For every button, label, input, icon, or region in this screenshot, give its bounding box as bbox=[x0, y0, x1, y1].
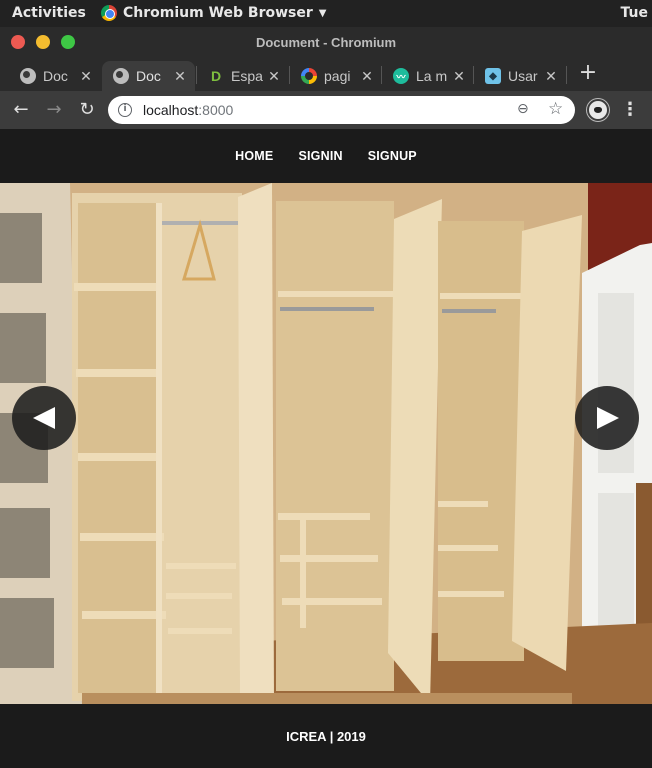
activities-button[interactable]: Activities bbox=[12, 5, 86, 21]
forward-arrow-icon[interactable]: → bbox=[42, 98, 66, 122]
d-letter-icon: D bbox=[210, 68, 222, 84]
app-menu-label: Chromium Web Browser bbox=[123, 5, 313, 21]
tab-divider bbox=[473, 66, 474, 84]
bookmark-star-icon[interactable]: ☆ bbox=[548, 99, 563, 119]
tab-close-icon[interactable]: ✕ bbox=[171, 68, 189, 85]
carousel-next-button[interactable] bbox=[575, 386, 639, 450]
window-title: Document - Chromium bbox=[255, 35, 397, 50]
tab-label: La m bbox=[416, 68, 448, 84]
tab-usar[interactable]: ◆ Usar ✕ bbox=[474, 61, 566, 91]
tab-strip: Doc ✕ Doc ✕ D Espa ✕ pagi ✕ 〰 La m ✕ ◆ U… bbox=[0, 57, 652, 91]
chevron-right-icon bbox=[597, 407, 619, 429]
google-icon bbox=[301, 68, 317, 84]
tab-pagi[interactable]: pagi ✕ bbox=[290, 61, 382, 91]
carousel-slide-wardrobe-image bbox=[0, 183, 652, 704]
reload-icon[interactable]: ↻ bbox=[75, 98, 99, 122]
tab-label: Usar bbox=[508, 68, 538, 84]
info-icon[interactable]: i bbox=[118, 103, 132, 117]
profile-avatar[interactable] bbox=[587, 99, 609, 121]
tab-divider bbox=[196, 66, 197, 84]
tab-divider bbox=[566, 66, 567, 84]
app-menu[interactable]: Chromium Web Browser ▼ bbox=[101, 5, 326, 21]
clock[interactable]: Tue bbox=[621, 5, 648, 21]
bird-icon: ◆ bbox=[485, 68, 501, 84]
browser-toolbar: ← → ↻ i localhost:8000 ⊖ ☆ ⋮ bbox=[0, 91, 652, 129]
globe-icon bbox=[113, 68, 129, 84]
tab-label: pagi bbox=[324, 68, 351, 84]
tab-la-m[interactable]: 〰 La m ✕ bbox=[382, 61, 474, 91]
tab-close-icon[interactable]: ✕ bbox=[77, 68, 95, 85]
url-host: localhost bbox=[143, 102, 199, 118]
site-footer: ICREA | 2019 bbox=[0, 704, 652, 768]
kebab-menu-icon[interactable]: ⋮ bbox=[621, 99, 639, 121]
caret-down-icon: ▼ bbox=[318, 7, 327, 19]
carousel-prev-button[interactable] bbox=[12, 386, 76, 450]
nav-link-signup[interactable]: SIGNUP bbox=[368, 149, 417, 163]
footer-text: ICREA | 2019 bbox=[286, 728, 366, 744]
nav-link-signin[interactable]: SIGNIN bbox=[298, 149, 342, 163]
url-text[interactable]: localhost:8000 bbox=[143, 102, 233, 118]
tab-espa[interactable]: D Espa ✕ bbox=[197, 61, 289, 91]
globe-icon bbox=[20, 68, 36, 84]
url-port: :8000 bbox=[198, 102, 234, 118]
tab-label: Doc bbox=[43, 68, 68, 84]
chromium-icon bbox=[101, 5, 117, 21]
tab-divider bbox=[289, 66, 290, 84]
tab-label: Doc bbox=[136, 68, 161, 84]
tab-close-icon[interactable]: ✕ bbox=[542, 68, 560, 85]
teal-chart-icon: 〰 bbox=[393, 68, 409, 84]
tab-label: Espa bbox=[231, 68, 263, 84]
image-carousel bbox=[0, 183, 652, 704]
back-arrow-icon[interactable]: ← bbox=[9, 98, 33, 122]
window-title-bar: Document - Chromium bbox=[0, 27, 652, 57]
web-page: HOME SIGNIN SIGNUP ICREA | 2019 bbox=[0, 129, 652, 768]
nav-link-home[interactable]: HOME bbox=[235, 149, 273, 163]
system-top-bar: Activities Chromium Web Browser ▼ Tue bbox=[0, 0, 652, 27]
zoom-icon[interactable]: ⊖ bbox=[517, 101, 529, 117]
tab-close-icon[interactable]: ✕ bbox=[265, 68, 283, 85]
tab-document-2[interactable]: Doc ✕ bbox=[102, 61, 195, 91]
tab-document-1[interactable]: Doc ✕ bbox=[9, 61, 101, 91]
site-nav: HOME SIGNIN SIGNUP bbox=[0, 129, 652, 183]
address-bar[interactable]: i localhost:8000 ⊖ ☆ bbox=[108, 96, 575, 124]
tab-close-icon[interactable]: ✕ bbox=[358, 68, 376, 85]
tab-divider bbox=[381, 66, 382, 84]
tab-close-icon[interactable]: ✕ bbox=[450, 68, 468, 85]
chevron-left-icon bbox=[33, 407, 55, 429]
new-tab-button[interactable]: + bbox=[578, 62, 598, 86]
